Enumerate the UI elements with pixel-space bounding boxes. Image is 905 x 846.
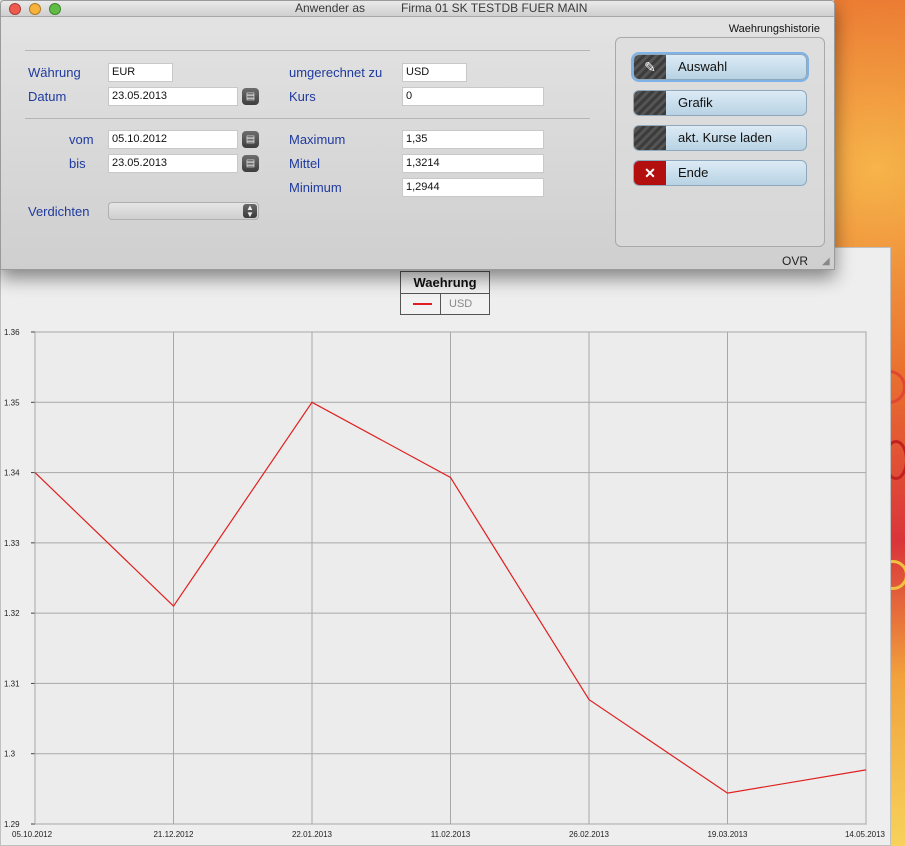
legend-series-name: USD [449, 298, 473, 310]
y-tick-label: 1.3 [4, 750, 16, 759]
mittel-field[interactable]: 1,3214 [402, 154, 544, 173]
kurse-laden-button[interactable]: akt. Kurse laden [633, 125, 807, 151]
legend-title: Waehrung [401, 272, 489, 294]
datum-field[interactable]: 23.05.2013 [108, 87, 238, 106]
umgerechnet-label: umgerechnet zu [289, 65, 383, 80]
minimize-window-icon[interactable] [29, 3, 41, 15]
separator [25, 118, 590, 119]
x-tick-label: 19.03.2013 [707, 830, 748, 839]
title-bar[interactable]: Anwender as Firma 01 SK TESTDB FUER MAIN [1, 1, 834, 17]
auswahl-button[interactable]: ✎ Auswahl [633, 54, 807, 80]
minimum-label: Minimum [289, 180, 342, 195]
y-tick-label: 1.33 [4, 539, 20, 548]
waehrung-field[interactable]: EUR [108, 63, 173, 82]
grafik-button[interactable]: Grafik [633, 90, 807, 116]
y-tick-label: 1.36 [4, 328, 20, 337]
window-title-user: Anwender as [295, 1, 366, 15]
bis-calendar-icon[interactable]: ▤ [242, 155, 259, 172]
y-tick-label: 1.29 [4, 820, 20, 829]
minimum-field[interactable]: 1,2944 [402, 178, 544, 197]
legend-swatch [401, 294, 441, 314]
close-icon: ✕ [634, 161, 666, 185]
maximum-label: Maximum [289, 132, 346, 147]
line-chart: 1.29 1.3 1.31 1.32 1.33 1.34 1.35 1.36 05.10.201… [4, 328, 886, 839]
bis-date-field[interactable]: 23.05.2013 [108, 154, 238, 173]
verdichten-select[interactable]: ▲ ▼ [108, 202, 259, 220]
ende-button[interactable]: ✕ Ende [633, 160, 807, 186]
vom-label: vom [69, 132, 94, 147]
y-tick-label: 1.35 [4, 398, 20, 407]
grafik-button-label: Grafik [678, 95, 713, 110]
pencil-icon: ✎ [634, 55, 666, 79]
vom-date-field[interactable]: 05.10.2012 [108, 130, 238, 149]
chart-legend: Waehrung USD [400, 271, 490, 315]
y-tick-label: 1.34 [4, 469, 20, 478]
auswahl-button-label: Auswahl [678, 59, 728, 74]
resize-grip-icon[interactable]: ◢ [822, 257, 832, 267]
legend-entry: USD [401, 294, 489, 314]
x-tick-label: 14.05.2013 [845, 830, 886, 839]
verdichten-label: Verdichten [28, 204, 90, 219]
vom-calendar-icon[interactable]: ▤ [242, 131, 259, 148]
close-window-icon[interactable] [9, 3, 21, 15]
panel-heading: Waehrungshistorie [728, 23, 820, 35]
datum-label: Datum [28, 89, 67, 104]
bis-label: bis [69, 156, 86, 171]
mittel-label: Mittel [289, 156, 321, 171]
maximum-field[interactable]: 1,35 [402, 130, 544, 149]
y-tick-label: 1.31 [4, 679, 20, 688]
x-tick-label: 26.02.2013 [569, 830, 610, 839]
x-tick-label: 11.02.2013 [431, 830, 471, 839]
y-tick-label: 1.32 [4, 609, 20, 618]
x-tick-label: 21.12.2012 [153, 830, 194, 839]
kurs-field[interactable]: 0 [402, 87, 544, 106]
select-arrows-icon: ▲ ▼ [243, 204, 257, 219]
overwrite-mode-indicator: OVR [781, 254, 808, 268]
waehrungshistorie-dialog: Anwender as Firma 01 SK TESTDB FUER MAIN… [0, 0, 835, 270]
window-title-company: Firma 01 SK TESTDB FUER MAIN [401, 1, 588, 15]
kurse-laden-button-label: akt. Kurse laden [678, 130, 772, 145]
hatched-icon [634, 91, 666, 115]
zoom-window-icon[interactable] [49, 3, 61, 15]
waehrung-label: Währung [28, 65, 81, 80]
x-tick-label: 22.01.2013 [292, 830, 333, 839]
separator [25, 50, 590, 51]
kurs-label: Kurs [289, 89, 316, 104]
hatched-icon [634, 126, 666, 150]
umgerechnet-field[interactable]: USD [402, 63, 467, 82]
ende-button-label: Ende [678, 165, 709, 180]
datum-calendar-icon[interactable]: ▤ [242, 88, 259, 105]
x-tick-label: 05.10.2012 [12, 830, 53, 839]
